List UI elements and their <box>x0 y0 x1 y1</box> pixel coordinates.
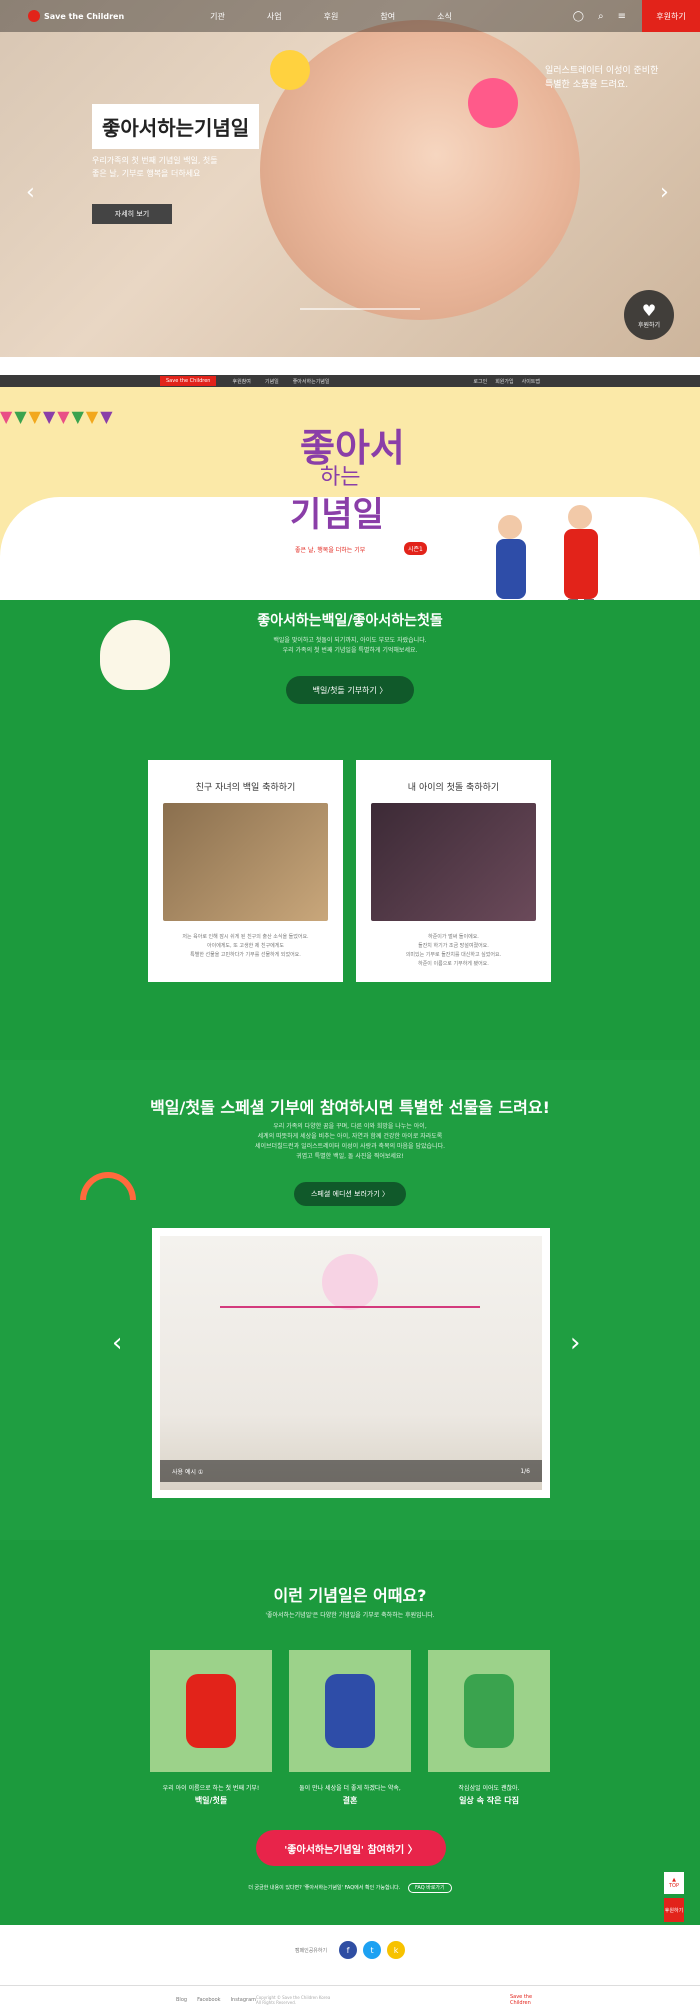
slider-prev-icon[interactable]: ‹ <box>112 1328 122 1358</box>
rainbow-illustration <box>80 1172 136 1200</box>
story-card-description: 하준이가 벌써 돌이에요. 돌잔치 하기가 조금 망설여졌어요. 의미있는 기부… <box>405 934 502 967</box>
sun-illustration <box>270 50 310 90</box>
breadcrumb: 후원참여 기념일 좋아서하는기념일 <box>232 378 329 385</box>
story-card: 내 아이의 첫돌 축하하기 하준이가 벌써 돌이에요. 돌잔치 하기가 조금 망… <box>356 760 551 982</box>
hero-slide-indicator[interactable] <box>300 308 420 310</box>
utility-links: 로그인 회원가입 사이트맵 <box>473 378 540 385</box>
login-link[interactable]: 로그인 <box>473 378 487 385</box>
anniversary-label: 우리 아이 이름으로 하는 첫 번째 기부! 백일/첫돌 <box>162 1785 260 1805</box>
section1-title: 좋아서하는백일/좋아서하는첫돌 <box>257 613 443 629</box>
faq-notice: 더 궁금한 내용이 있다면? '좋아서하는기념일' FAQ에서 확인 가능합니다… <box>0 1883 700 1893</box>
logo-mark-icon <box>28 10 40 22</box>
facebook-link[interactable]: Facebook <box>197 1997 221 2003</box>
faq-button[interactable]: FAQ 바로가기 <box>407 1883 452 1893</box>
site-logo[interactable]: Save the Children <box>28 10 124 22</box>
header-icons: ◯ ⌕ ≡ <box>573 11 626 22</box>
gift-example-photo <box>160 1236 542 1490</box>
bunting-illustration: ▼▼▼▼▼▼▼▼ <box>0 407 115 426</box>
heart-icon: ♥ <box>641 301 657 320</box>
story-card-photo <box>371 803 536 921</box>
signup-link[interactable]: 회원가입 <box>495 378 513 385</box>
anniversary-card-wedding[interactable] <box>289 1650 411 1772</box>
season-badge: 시즌1 <box>404 542 427 555</box>
hero-banner: 좋아서하는기념일 우리가족의 첫 번째 기념일 백일, 첫돌 좋은 날, 기부로… <box>0 0 700 357</box>
instagram-link[interactable]: Instagram <box>231 1997 256 2003</box>
sitemap-link[interactable]: 사이트맵 <box>522 378 540 385</box>
jumprope-illustration <box>464 1674 514 1748</box>
story-card-title: 내 아이의 첫돌 축하하기 <box>407 783 500 793</box>
special-edition-button[interactable]: 스페셜 에디션 보러가기 〉 <box>294 1182 406 1206</box>
anniversary-card-baby[interactable] <box>150 1650 272 1772</box>
menu-item-org[interactable]: 기관 <box>210 11 225 22</box>
share-bar: 캠페인공유하기 f t k <box>0 1925 700 1975</box>
section3-description: '좋아서하는기념일'은 다양한 기념일을 기부로 축하하는 후원입니다. <box>265 1612 435 1619</box>
garland-illustration <box>220 1306 480 1308</box>
anniversary-card-daily[interactable] <box>428 1650 550 1772</box>
intro-subtitle: 좋은 날, 행복을 더하는 기부 <box>295 547 366 554</box>
anniversary-label: 작심삼일 이어도 괜찮아. 일상 속 작은 다짐 <box>458 1785 520 1805</box>
couple-illustration <box>325 1674 375 1748</box>
event-intro: ▼▼▼▼▼▼▼▼ 좋아서 하는 기념일 좋은 날, 행복을 더하는 기부 시즌1 <box>0 387 700 607</box>
flower-illustration <box>468 78 518 128</box>
facebook-icon[interactable]: f <box>339 1941 358 1959</box>
hero-prev-arrow-icon[interactable]: ‹ <box>26 180 35 205</box>
footer: Blog Facebook Instagram Copyright © Save… <box>0 1985 700 2013</box>
section1-donate-button[interactable]: 백일/첫돌 기부하기 〉 <box>286 676 414 704</box>
menu-item-donate[interactable]: 후원 <box>324 11 339 22</box>
main-menu: 기관 사업 후원 참여 소식 <box>210 11 452 22</box>
anniversary-label: 둘이 만나 세상을 더 좋게 하겠다는 약속, 결혼 <box>299 1785 401 1805</box>
floating-donate-button[interactable]: 후원하기 <box>664 1898 684 1922</box>
story-card-title: 친구 자녀의 백일 축하하기 <box>195 783 296 793</box>
breadcrumb-item[interactable]: 좋아서하는기념일 <box>293 378 330 385</box>
menu-item-business[interactable]: 사업 <box>267 11 282 22</box>
blog-link[interactable]: Blog <box>176 1997 187 2003</box>
family-illustration <box>496 505 598 607</box>
cake-topper-illustration <box>322 1254 378 1310</box>
menu-item-news[interactable]: 소식 <box>437 11 452 22</box>
gift-slider: 사용 예시 ① 1/6 <box>152 1228 550 1498</box>
breadcrumb-item[interactable]: 기념일 <box>265 378 279 385</box>
section1-description: 백일을 맞이하고 첫돌이 되기까지, 아이도 부모도 자랐습니다. 우리 가족의… <box>273 637 427 654</box>
intro-title-line3: 기념일 <box>290 495 384 535</box>
participate-button[interactable]: '좋아서하는기념일' 참여하기 〉 <box>256 1830 446 1866</box>
footer-brand: Save the Children <box>509 1993 533 2006</box>
scroll-top-button[interactable]: ▲ TOP <box>664 1872 684 1894</box>
menu-icon[interactable]: ≡ <box>618 11 626 22</box>
section-special-gift: 백일/첫돌 스페셜 기부에 참여하시면 특별한 선물을 드려요! 우리 가족의 … <box>0 1060 700 1540</box>
story-card-description: 저는 육아로 인해 잠시 쉬게 된 친구의 출산 소식을 들었어요. 아이에게도… <box>182 934 309 958</box>
section3-title: 이런 기념일은 어때요? <box>273 1586 427 1605</box>
slider-next-icon[interactable]: › <box>570 1328 580 1358</box>
hero-title: 좋아서하는기념일 <box>92 104 260 149</box>
slide-counter: 1/6 <box>520 1467 530 1475</box>
section-hundred-days: 좋아서하는백일/좋아서하는첫돌 백일을 맞이하고 첫돌이 되기까지, 아이도 부… <box>0 600 700 1060</box>
global-navigation: Save the Children 기관 사업 후원 참여 소식 ◯ ⌕ ≡ 후… <box>0 0 700 32</box>
menu-item-participate[interactable]: 참여 <box>380 11 395 22</box>
section-other-anniversaries: 이런 기념일은 어때요? '좋아서하는기념일'은 다양한 기념일을 기부로 축하… <box>0 1540 700 1925</box>
story-card-photo <box>163 803 328 921</box>
twitter-icon[interactable]: t <box>363 1941 382 1959</box>
breadcrumb-item[interactable]: 후원참여 <box>232 378 250 385</box>
hero-description: 우리가족의 첫 번째 기념일 백일, 첫돌 좋은 날, 기부로 행복을 더하세요 <box>92 156 218 178</box>
share-label: 캠페인공유하기 <box>294 1947 328 1954</box>
hero-donate-floating-button[interactable]: ♥ 후원하기 <box>624 290 674 340</box>
copyright: Copyright © Save the Children Korea All … <box>256 1994 331 2005</box>
hero-handwrite-text: 일러스트레이터 이성이 준비한 특별한 소품을 드려요. <box>545 66 659 90</box>
hero-more-button[interactable]: 자세히 보기 <box>92 204 172 224</box>
search-icon[interactable]: ⌕ <box>598 11 604 22</box>
slide-caption: 사용 예시 ① <box>172 1468 204 1476</box>
story-card: 친구 자녀의 백일 축하하기 저는 육아로 인해 잠시 쉬게 된 친구의 출산 … <box>148 760 343 982</box>
slide-caption-bar: 사용 예시 ① 1/6 <box>160 1460 542 1482</box>
section2-title: 백일/첫돌 스페셜 기부에 참여하시면 특별한 선물을 드려요! <box>150 1098 550 1117</box>
header-donate-button[interactable]: 후원하기 <box>642 0 700 32</box>
footer-links: Blog Facebook Instagram <box>176 1997 256 2003</box>
hero-next-arrow-icon[interactable]: › <box>660 180 669 205</box>
subbar-brand[interactable]: Save the Children <box>160 376 217 386</box>
user-icon[interactable]: ◯ <box>573 11 584 22</box>
baby-illustration <box>186 1674 236 1748</box>
sub-navigation-bar: Save the Children 후원참여 기념일 좋아서하는기념일 로그인 … <box>0 375 700 387</box>
section2-description: 우리 가족의 다양한 꿈을 꾸며, 다른 이와 희망을 나누는 아이, 세계의 … <box>255 1123 445 1160</box>
kakao-icon[interactable]: k <box>387 1941 406 1959</box>
duck-illustration <box>100 620 170 690</box>
